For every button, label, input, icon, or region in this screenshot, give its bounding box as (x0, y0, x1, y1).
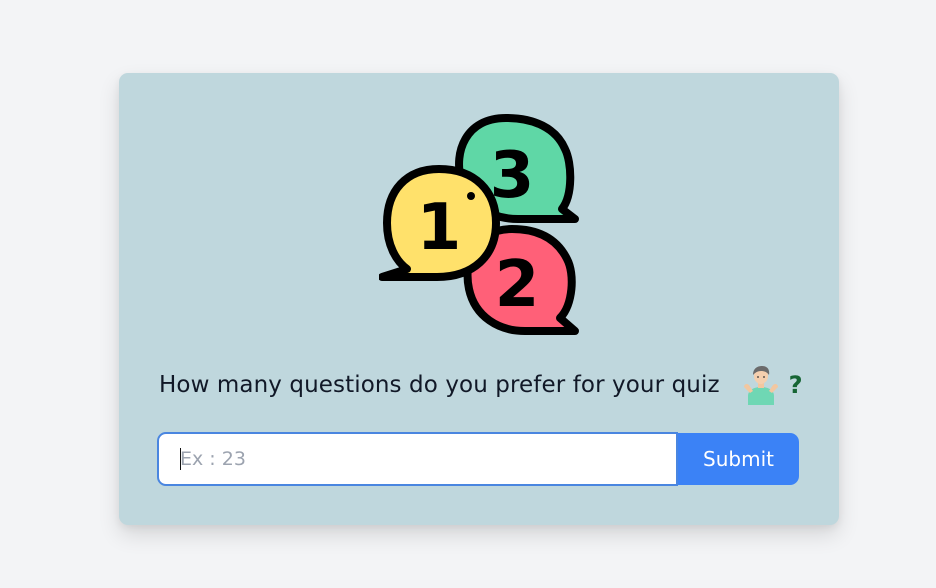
quiz-setup-card: 3 2 1 How many questions do you prefer f… (119, 73, 839, 525)
question-count-input[interactable] (157, 432, 678, 486)
bubble-one: 1 (379, 165, 500, 281)
question-row: How many questions do you prefer for you… (159, 365, 803, 405)
question-heading: How many questions do you prefer for you… (159, 372, 720, 398)
numbered-speech-bubbles-icon: 3 2 1 (379, 114, 579, 335)
connector-dot (467, 192, 475, 200)
question-count-form: Submit (157, 432, 799, 486)
question-mark: ? (788, 371, 803, 399)
bubble-one-number: 1 (417, 191, 462, 265)
input-wrapper (157, 432, 678, 486)
text-caret (180, 448, 181, 470)
bubble-two-number: 2 (495, 248, 540, 322)
submit-button[interactable]: Submit (678, 433, 799, 485)
person-shrugging-icon (743, 366, 778, 405)
